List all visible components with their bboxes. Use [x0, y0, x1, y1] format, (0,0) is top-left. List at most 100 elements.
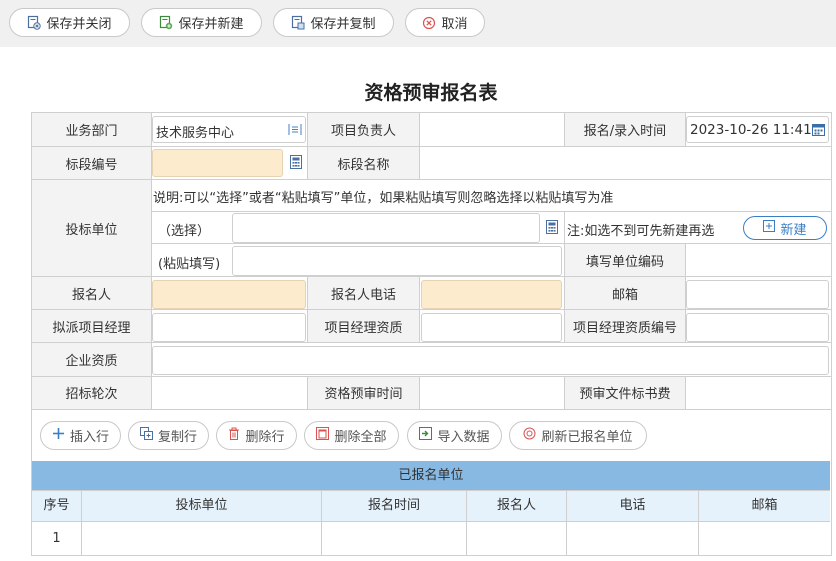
dept-value: 技术服务中心 [156, 126, 235, 141]
divider [321, 491, 322, 555]
form-title: 资格预审报名表 [364, 82, 498, 104]
refresh-registered-button[interactable]: 刷新已报名单位 [509, 421, 647, 450]
bidder-paste-field[interactable] [232, 246, 562, 276]
col-header-reg-time: 报名时间 [322, 491, 466, 521]
company-qual-field[interactable] [152, 346, 829, 375]
save-copy-label: 保存并复制 [310, 17, 376, 32]
import-data-button[interactable]: 导入数据 [407, 421, 502, 450]
delete-all-button[interactable]: 删除全部 [304, 421, 399, 450]
calendar-icon[interactable] [812, 123, 825, 140]
new-unit-label: 新建 [780, 222, 807, 238]
bidder-select-field[interactable] [232, 213, 540, 243]
import-data-label: 导入数据 [437, 430, 490, 445]
save-close-icon [27, 15, 42, 30]
delete-row-button[interactable]: 删除行 [216, 421, 297, 450]
divider [32, 490, 830, 491]
pm-owner-label: 项目负责人 [307, 111, 420, 148]
save-close-button[interactable]: 保存并关闭 [9, 8, 130, 37]
row-email [699, 522, 830, 555]
cancel-button[interactable]: 取消 [405, 8, 485, 37]
save-new-label: 保存并新建 [178, 17, 244, 32]
applicant-label: 报名人 [31, 276, 152, 311]
save-new-button[interactable]: 保存并新建 [141, 8, 262, 37]
row-applicant [467, 522, 566, 555]
col-header-phone: 电话 [567, 491, 698, 521]
section-name-cell [419, 146, 832, 181]
org-picker-icon[interactable] [288, 123, 302, 140]
company-qual-label: 企业资质 [31, 342, 152, 377]
col-header-email: 邮箱 [699, 491, 830, 521]
insert-row-button[interactable]: 插入行 [40, 421, 121, 450]
delete-row-label: 删除行 [245, 430, 285, 445]
trash-icon [228, 427, 240, 444]
round-label: 招标轮次 [31, 375, 152, 410]
applicant-field[interactable] [152, 280, 306, 309]
unit-code-label: 填写单位编码 [564, 243, 686, 278]
col-header-index: 序号 [32, 491, 81, 521]
copy-icon [139, 427, 153, 444]
pm-label: 拟派项目经理 [31, 309, 152, 344]
divider [698, 491, 699, 555]
pm-owner-cell [419, 111, 565, 148]
delete-all-label: 删除全部 [334, 430, 387, 445]
dept-label: 业务部门 [31, 111, 152, 148]
pm-field[interactable] [152, 313, 306, 342]
section-picker-icon[interactable] [290, 155, 302, 173]
reg-time-value: 2023-10-26 11:41 [690, 122, 812, 138]
refresh-icon [523, 427, 536, 444]
reg-time-label: 报名/录入时间 [564, 111, 686, 148]
row-reg-time [322, 522, 466, 555]
unit-code-field[interactable] [686, 246, 829, 276]
email-label: 邮箱 [564, 276, 686, 311]
registered-title: 已报名单位 [32, 461, 830, 490]
bidder-note: 说明:可以“选择”或者“粘贴填写”单位，如果粘贴填写则忽略选择以粘贴填写为准 [153, 191, 614, 206]
divider [566, 491, 567, 555]
save-copy-button[interactable]: 保存并复制 [273, 8, 394, 37]
cancel-icon [422, 16, 436, 30]
pm-qual-no-label: 项目经理资质编号 [564, 309, 686, 344]
plus-icon [52, 427, 65, 444]
bidder-picker-icon[interactable] [546, 220, 558, 238]
copy-row-button[interactable]: 复制行 [128, 421, 209, 450]
prequal-time-cell [419, 375, 565, 410]
round-cell [151, 375, 308, 410]
select-hint: 注:如选不到可先新建再选 [567, 224, 715, 239]
reg-time-field[interactable]: 2023-10-26 11:41 [686, 116, 829, 143]
cancel-label: 取消 [441, 17, 468, 32]
dept-field[interactable]: 技术服务中心 [152, 116, 306, 143]
save-copy-icon [291, 15, 305, 30]
copy-row-label: 复制行 [157, 430, 197, 445]
import-icon [419, 427, 433, 444]
divider [466, 491, 467, 555]
col-header-bidder: 投标单位 [82, 491, 321, 521]
section-name-label: 标段名称 [307, 146, 420, 181]
insert-row-label: 插入行 [69, 430, 109, 445]
pm-qual-no-field[interactable] [686, 313, 829, 342]
bidder-label: 投标单位 [31, 179, 152, 278]
applicant-phone-field[interactable] [421, 280, 562, 309]
save-close-label: 保存并关闭 [46, 17, 112, 32]
col-header-applicant: 报名人 [467, 491, 566, 521]
refresh-registered-label: 刷新已报名单位 [541, 430, 633, 445]
doc-fee-label: 预审文件标书费 [564, 375, 686, 410]
plus-box-icon [763, 220, 776, 236]
toolbar: 保存并关闭 保存并新建 保存并复制 取消 [0, 0, 836, 47]
pm-qual-label: 项目经理资质 [307, 309, 420, 344]
divider [81, 491, 82, 555]
prequal-time-label: 资格预审时间 [307, 375, 420, 410]
section-no-field[interactable] [152, 149, 283, 177]
delete-all-icon [316, 427, 330, 444]
pm-qual-field[interactable] [421, 313, 562, 342]
row-bidder [82, 522, 321, 555]
save-new-icon [159, 15, 173, 30]
row-index: 1 [52, 531, 61, 546]
row-phone [567, 522, 698, 555]
applicant-phone-label: 报名人电话 [307, 276, 420, 311]
new-unit-button[interactable]: 新建 [743, 216, 827, 240]
paste-label: (粘贴填写) [158, 257, 221, 272]
doc-fee-cell [685, 375, 832, 410]
divider [32, 521, 830, 522]
email-field[interactable] [686, 280, 829, 309]
section-no-label: 标段编号 [31, 146, 152, 181]
select-label: （选择） [158, 224, 211, 239]
